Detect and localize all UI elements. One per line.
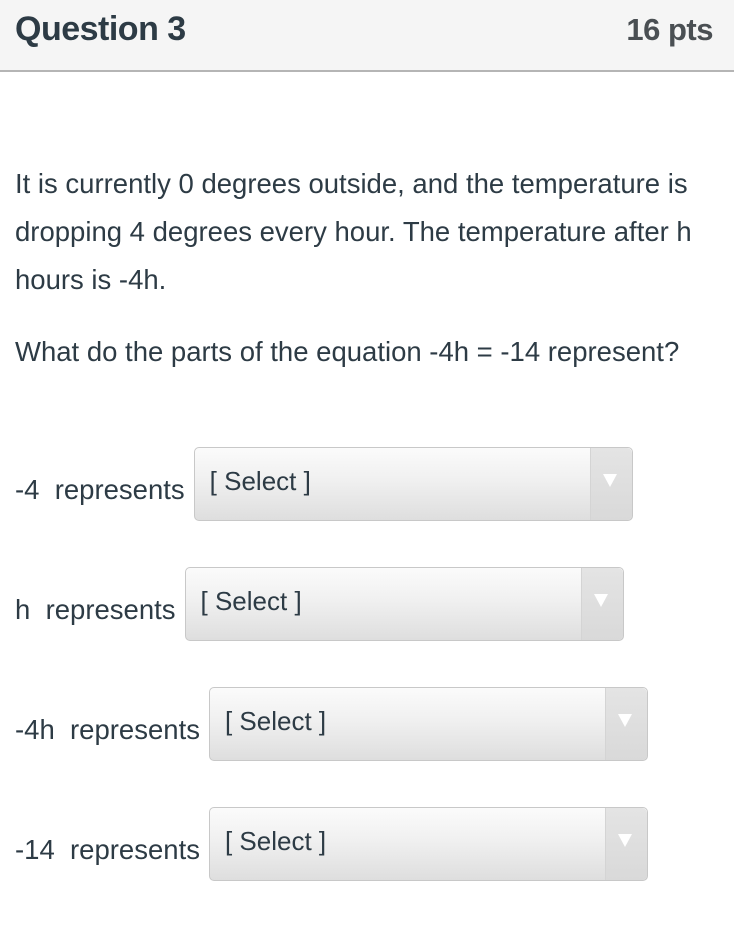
answer-label: -4h represents (15, 714, 200, 745)
dropdown-value: [ Select ] (224, 706, 327, 736)
answer-row: -4h represents [ Select ] (15, 686, 648, 762)
answer-row: -4 represents [ Select ] (15, 446, 633, 522)
dropdown-toggle[interactable] (604, 688, 647, 760)
answer-row: -14 represents [ Select ] (15, 806, 648, 882)
answer-label: h represents (15, 594, 176, 625)
chevron-down-icon (593, 594, 608, 607)
chevron-down-icon (617, 714, 632, 727)
answer-dropdown[interactable]: [ Select ] (193, 447, 633, 521)
chevron-down-icon (602, 474, 617, 487)
dropdown-value: [ Select ] (224, 826, 327, 856)
answer-dropdown[interactable]: [ Select ] (208, 687, 648, 761)
dropdown-toggle[interactable] (589, 448, 632, 520)
question-header: Question 3 16 pts (0, 0, 734, 72)
answer-label: -14 represents (15, 834, 200, 865)
dropdown-value: [ Select ] (200, 586, 302, 616)
question-title: Question 3 (15, 10, 186, 48)
answer-dropdown[interactable]: [ Select ] (208, 807, 648, 881)
answer-row: h represents [ Select ] (15, 566, 624, 642)
dropdown-toggle[interactable] (604, 808, 647, 880)
question-body: It is currently 0 degrees outside, and t… (15, 160, 715, 376)
question-paragraph: It is currently 0 degrees outside, and t… (15, 168, 692, 295)
chevron-down-icon (617, 834, 632, 847)
question-paragraph: What do the parts of the equation -4h = … (15, 336, 680, 367)
answer-dropdown[interactable]: [ Select ] (184, 567, 624, 641)
question-points: 16 pts (626, 12, 713, 47)
answer-label: -4 represents (15, 474, 185, 505)
dropdown-toggle[interactable] (580, 568, 623, 640)
dropdown-value: [ Select ] (209, 466, 311, 496)
